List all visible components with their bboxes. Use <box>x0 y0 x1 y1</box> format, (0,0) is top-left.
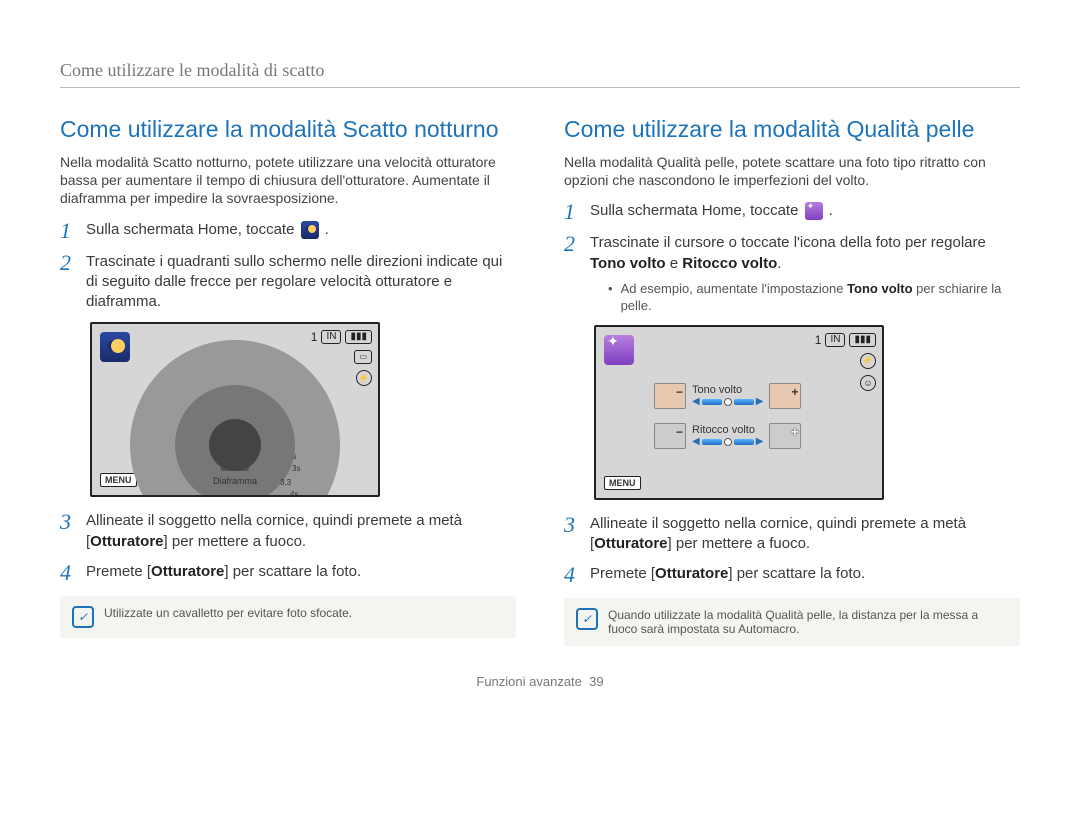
step-text: Premete [ <box>590 565 655 582</box>
right-note: ✓ Quando utilizzate la modalità Qualità … <box>564 598 1020 646</box>
right-heading: Come utilizzare la modalità Qualità pell… <box>564 116 1020 143</box>
beauty-mode-icon <box>805 202 823 220</box>
step-number: 3 <box>564 514 580 536</box>
aperture-label: Diaframma <box>213 476 257 486</box>
battery-icon: ▮▮▮ <box>849 333 876 347</box>
step-text: ] per mettere a fuoco. <box>164 533 307 550</box>
screen-status-icons: 1 IN ▮▮▮ ▭ ⚡ <box>311 330 372 386</box>
right-step-1: 1 Sulla schermata Home, toccate . <box>564 201 1020 223</box>
shutter-word: Otturatore <box>151 563 224 580</box>
tone-row: − Tono volto ◀▶ + <box>654 383 801 409</box>
night-screen-illustration: 1 IN ▮▮▮ ▭ ⚡ MENU Velocità otturatore Au… <box>90 322 380 497</box>
left-step-3: 3 Allineate il soggetto nella cornice, q… <box>60 511 516 552</box>
info-icon: ✓ <box>72 606 94 628</box>
dial-core <box>209 419 261 471</box>
footer-page: 39 <box>589 674 603 689</box>
dial-control[interactable]: Velocità otturatore Auto 1s 1,5s 2s 3s A… <box>130 340 340 497</box>
menu-button[interactable]: MENU <box>604 476 641 490</box>
left-note: ✓ Utilizzate un cavalletto per evitare f… <box>60 596 516 638</box>
face-thumb-minus[interactable]: − <box>654 423 686 449</box>
left-heading: Come utilizzare la modalità Scatto nottu… <box>60 116 516 143</box>
right-column: Come utilizzare la modalità Qualità pell… <box>564 116 1020 646</box>
in-badge: IN <box>321 330 341 344</box>
right-step-4: 4 Premete [Otturatore] per scattare la f… <box>564 564 1020 586</box>
retouch-slider[interactable]: ◀▶ <box>692 436 763 447</box>
size-icon: ▭ <box>354 350 372 364</box>
step-text: ] per scattare la foto. <box>728 565 865 582</box>
step-text: . <box>325 221 329 238</box>
step-number: 4 <box>60 562 76 584</box>
sub-text: Ad esempio, aumentate l'impostazione <box>621 281 848 296</box>
sub-bullet: Ad esempio, aumentate l'impostazione Ton… <box>608 280 1020 315</box>
step-text: Premete [ <box>86 563 151 580</box>
menu-button[interactable]: MENU <box>100 473 137 487</box>
counter: 1 <box>311 330 318 344</box>
night-mode-icon <box>100 332 130 362</box>
retouch-row: − Ritocco volto ◀▶ + <box>654 423 801 449</box>
tone-slider[interactable]: ◀▶ <box>692 396 763 407</box>
step-number: 4 <box>564 564 580 586</box>
left-intro: Nella modalità Scatto notturno, potete u… <box>60 153 516 208</box>
counter: 1 <box>815 333 822 347</box>
flash-icon: ⚡ <box>356 370 372 386</box>
step-number: 2 <box>564 233 580 255</box>
tick: 3s <box>292 464 300 473</box>
screen-status-icons: 1 IN ▮▮▮ ⚡ ☺ <box>815 333 876 391</box>
right-intro: Nella modalità Qualità pelle, potete sca… <box>564 153 1020 189</box>
note-text: Quando utilizzate la modalità Qualità pe… <box>608 608 1008 636</box>
step-number: 3 <box>60 511 76 533</box>
step-text: Sulla schermata Home, toccate <box>86 221 299 238</box>
bold-text: Tono volto <box>590 255 666 272</box>
beauty-screen-illustration: 1 IN ▮▮▮ ⚡ ☺ MENU − Tono volto ◀▶ <box>594 325 884 500</box>
step-number: 1 <box>564 201 580 223</box>
step-number: 2 <box>60 252 76 274</box>
right-step-2: 2 Trascinate il cursore o toccate l'icon… <box>564 233 1020 315</box>
beauty-mode-icon <box>604 335 634 365</box>
shutter-word: Otturatore <box>594 535 667 552</box>
face-thumb-plus[interactable]: + <box>769 383 801 409</box>
step-text: . <box>829 202 833 219</box>
night-mode-icon <box>301 221 319 239</box>
step-text: ] per mettere a fuoco. <box>668 535 811 552</box>
face-thumb-minus[interactable]: − <box>654 383 686 409</box>
left-step-2: 2 Trascinate i quadranti sullo schermo n… <box>60 252 516 313</box>
tick: 3,3 <box>280 478 291 487</box>
info-icon: ✓ <box>576 608 598 630</box>
footer-section: Funzioni avanzate <box>476 674 582 689</box>
shutter-word: Otturatore <box>90 533 163 550</box>
tone-label: Tono volto <box>692 384 756 396</box>
face-thumb-plus[interactable]: + <box>769 423 801 449</box>
breadcrumb-header: Come utilizzare le modalità di scatto <box>60 60 1020 88</box>
step-text: . <box>777 255 781 272</box>
step-text: ] per scattare la foto. <box>224 563 361 580</box>
left-step-4: 4 Premete [Otturatore] per scattare la f… <box>60 562 516 584</box>
left-column: Come utilizzare la modalità Scatto nottu… <box>60 116 516 646</box>
step-number: 1 <box>60 220 76 242</box>
step-text: Trascinate il cursore o toccate l'icona … <box>590 234 986 251</box>
step-text: e <box>666 255 683 272</box>
battery-icon: ▮▮▮ <box>345 330 372 344</box>
bold-text: Ritocco volto <box>682 255 777 272</box>
note-text: Utilizzate un cavalletto per evitare fot… <box>104 606 352 620</box>
face-detect-icon: ☺ <box>860 375 876 391</box>
page-footer: Funzioni avanzate 39 <box>60 674 1020 689</box>
step-text: Trascinate i quadranti sullo schermo nel… <box>86 252 516 313</box>
step-text: Sulla schermata Home, toccate <box>590 202 803 219</box>
shutter-word: Otturatore <box>655 565 728 582</box>
retouch-label: Ritocco volto <box>692 424 756 436</box>
in-badge: IN <box>825 333 845 347</box>
right-step-3: 3 Allineate il soggetto nella cornice, q… <box>564 514 1020 555</box>
bold-text: Tono volto <box>847 281 912 296</box>
tick: 4s <box>290 490 298 497</box>
flash-icon: ⚡ <box>860 353 876 369</box>
left-step-1: 1 Sulla schermata Home, toccate . <box>60 220 516 242</box>
